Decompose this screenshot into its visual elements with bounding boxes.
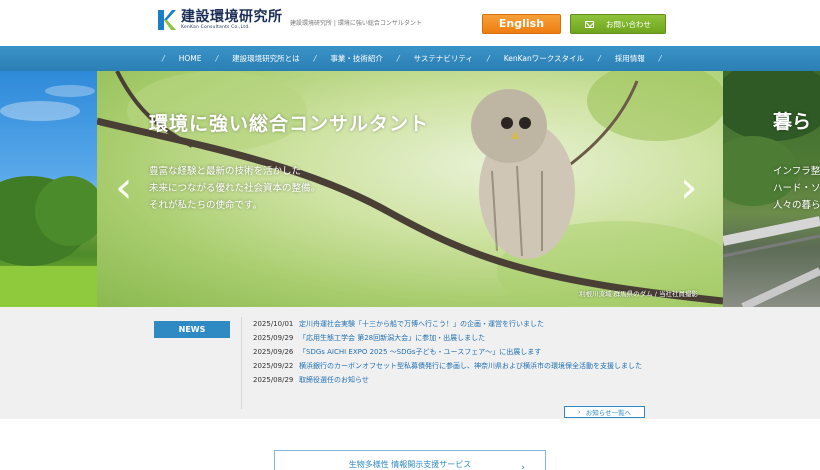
hero-title: 環境に強い総合コンサルタント [149,113,430,135]
contact-button-label: お問い合わせ [606,19,651,29]
hero-body-line: それが私たちの使命です。 [149,200,263,211]
service-banner-label: 生物多様性 情報開示支援サービス [348,460,472,469]
english-button[interactable]: English [482,14,561,34]
carousel-next-chevron-icon[interactable]: › [680,166,698,210]
next-slide-title: 暮ら [773,111,812,133]
chevron-right-icon: › [521,463,525,470]
news-date: 2025/09/22 [253,362,294,370]
logo-sub-text: KenKan Consultants Co.,Ltd. [181,24,251,30]
news-more-button[interactable]: › お知らせ一覧へ [564,406,645,418]
news-item[interactable]: 2025/09/26 「SDGs AICHI EXPO 2025 〜SDGs子ど… [253,348,643,357]
biodiversity-service-banner[interactable]: 生物多様性 情報開示支援サービス › [274,450,546,470]
nav-separator: / [396,54,400,63]
nav-separator: / [313,54,317,63]
news-more-label: お知らせ一覧へ [585,409,632,417]
mail-icon [585,20,594,28]
news-link[interactable]: 「応用生態工学会 第28回新潟大会」に参加・出展しました [299,334,485,343]
logo-main-text: 建設環境研究所 [181,8,283,25]
nav-item-recruit[interactable]: 採用情報 [615,53,645,64]
chevron-right-icon: › [577,408,581,416]
nav-item-sustainability[interactable]: サステナビリティ [414,53,473,64]
news-item[interactable]: 2025/09/29 「応用生態工学会 第28回新潟大会」に参加・出展しました [253,334,643,343]
park-tree-illustration [0,85,105,307]
news-date: 2025/09/29 [253,334,294,342]
next-slide-line: インフラ整 [773,166,820,177]
hero-body: 豊富な経験と最新の技術を活かした 未来につながる優れた社会資本の整備。 それが私… [149,163,320,214]
news-divider [241,317,242,409]
news-link[interactable]: 横浜銀行のカーボンオフセット型私募債発行に参画し、神奈川県および横浜市の環境保全… [299,362,642,371]
news-section: NEWS 2025/10/01 定川舟運社会実験「十三から船で万博へ行こう！」の… [0,307,820,419]
photo-caption: 利根川流域 群馬県のダム / 当社社員撮影 [579,290,698,298]
news-item[interactable]: 2025/09/22 横浜銀行のカーボンオフセット型私募債発行に参画し、神奈川県… [253,362,643,371]
nav-item-workstyle[interactable]: KenKanワークスタイル [504,53,584,64]
nav-separator: / [658,54,662,63]
news-date: 2025/09/26 [253,348,294,356]
news-link[interactable]: 定川舟運社会実験「十三から船で万博へ行こう！」の企画・運営を行いました [299,320,544,329]
nav-separator: / [486,54,490,63]
news-item[interactable]: 2025/08/29 取締役選任のお知らせ [253,376,643,385]
nav-item-home[interactable]: HOME [179,54,202,63]
news-date: 2025/08/29 [253,376,294,384]
news-item[interactable]: 2025/10/01 定川舟運社会実験「十三から船で万博へ行こう！」の企画・運営… [253,320,643,329]
hero-carousel: 環境に強い総合コンサルタント 豊富な経験と最新の技術を活かした 未来につながる優… [0,71,820,307]
global-nav: / HOME / 建設環境研究所とは / 事業・技術紹介 / サステナビリティ … [0,46,820,71]
carousel-prev-chevron-icon[interactable]: ‹ [115,166,133,210]
logo-mark-icon [158,10,176,30]
news-list: 2025/10/01 定川舟運社会実験「十三から船で万博へ行こう！」の企画・運営… [253,320,643,390]
company-logo[interactable]: 建設環境研究所 KenKan Consultants Co.,Ltd. [155,7,283,33]
nav-separator: / [215,54,219,63]
previous-slide-image[interactable] [0,71,105,307]
nav-separator: / [598,54,601,63]
news-link[interactable]: 取締役選任のお知らせ [299,376,369,385]
next-slide-line: 人々の暮ら [773,200,820,211]
hero-body-line: 豊富な経験と最新の技術を活かした [149,166,302,177]
news-label: NEWS [154,321,230,338]
next-slide-line: ハード・ソ [773,183,820,194]
nav-item-about[interactable]: 建設環境研究所とは [232,53,300,64]
nav-separator: / [162,54,165,63]
current-slide-image: 環境に強い総合コンサルタント 豊富な経験と最新の技術を活かした 未来につながる優… [97,71,723,307]
hero-body-line: 未来につながる優れた社会資本の整備。 [149,183,321,194]
news-date: 2025/10/01 [253,320,294,328]
news-link[interactable]: 「SDGs AICHI EXPO 2025 〜SDGs子ども・ユースフェア〜」に… [299,348,541,357]
nav-item-business[interactable]: 事業・技術紹介 [330,53,383,64]
contact-button[interactable]: お問い合わせ [570,14,666,34]
site-header: 建設環境研究所 KenKan Consultants Co.,Ltd. 建設環境… [0,0,820,46]
site-tagline: 建設環境研究所 | 環境に強い総合コンサルタント [290,20,422,27]
next-slide-body: インフラ整 ハード・ソ 人々の暮ら [773,163,820,214]
